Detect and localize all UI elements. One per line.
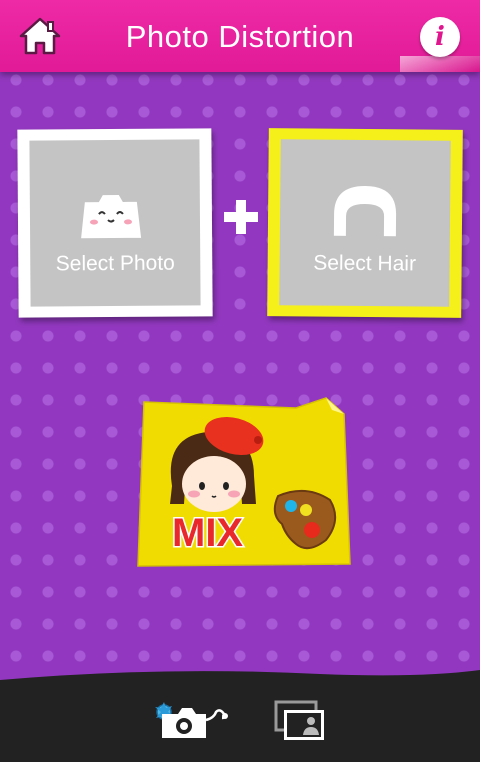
bottom-toolbar <box>0 670 480 762</box>
select-hair-button[interactable]: Select Hair <box>267 128 463 318</box>
camera-icon <box>155 702 228 738</box>
select-photo-placeholder: Select Photo <box>29 139 201 307</box>
mix-label: MIX <box>172 511 243 555</box>
mix-card: MIX <box>137 397 351 567</box>
info-button[interactable]: i <box>420 17 460 57</box>
bag-face-icon <box>81 194 142 239</box>
hair-icon <box>333 186 397 237</box>
gallery-icon <box>274 700 324 740</box>
plus-icon <box>224 200 258 234</box>
select-photo-label: Select Photo <box>55 251 175 276</box>
select-photo-button[interactable]: Select Photo <box>17 128 213 318</box>
header-bar: Photo Distortion i <box>0 0 480 72</box>
gallery-button[interactable] <box>274 700 328 744</box>
select-hair-placeholder: Select Hair <box>279 139 451 307</box>
mix-button[interactable]: MIX <box>136 396 352 572</box>
select-hair-label: Select Hair <box>313 251 417 276</box>
page-title: Photo Distortion <box>125 19 355 54</box>
camera-button[interactable] <box>152 700 232 744</box>
info-icon: i <box>435 22 445 52</box>
header-page-curl <box>400 56 480 72</box>
